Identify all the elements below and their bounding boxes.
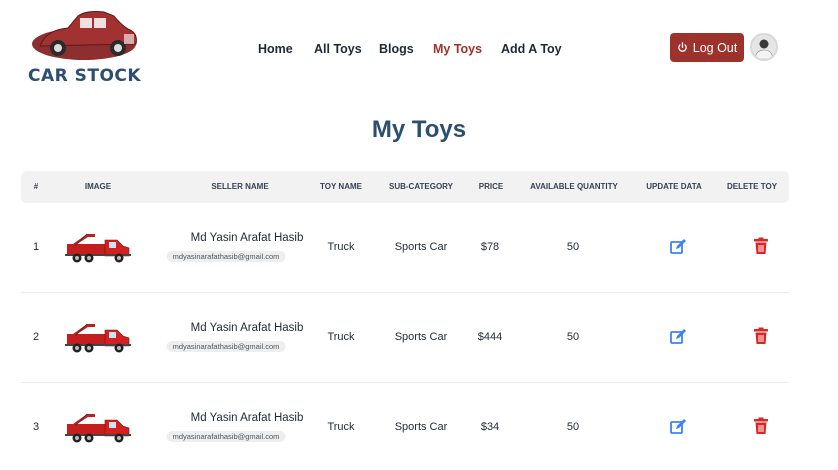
- seller-email: mdyasinarafathasib@gmail.com: [166, 341, 286, 352]
- trash-icon[interactable]: [752, 327, 770, 345]
- logout-button[interactable]: Log Out: [670, 33, 744, 62]
- tow-truck-image: [65, 323, 131, 353]
- toy-name: Truck: [327, 331, 355, 343]
- toy-name: Truck: [327, 241, 355, 253]
- trash-icon[interactable]: [752, 237, 770, 255]
- header: CAR STOCK Home All Toys Blogs My Toys Ad…: [0, 0, 838, 100]
- table-header: # Image Seller Name Toy Name Sub-Categor…: [21, 171, 789, 203]
- nav-my-toys[interactable]: My Toys: [433, 40, 482, 58]
- table-row: 2 Md Yasin Arafat Hasib mdyasinarafathas…: [21, 293, 789, 383]
- row-index: 2: [32, 331, 40, 343]
- avatar[interactable]: [750, 33, 778, 61]
- table-row: 1 Md Yasin Arafat Hasib mdyasinarafathas…: [21, 203, 789, 293]
- nav-blogs[interactable]: Blogs: [379, 40, 414, 58]
- logo-text: CAR STOCK: [28, 66, 142, 86]
- col-available-quantity: Available Quantity: [530, 182, 618, 191]
- col-update-data: Update Data: [646, 182, 702, 191]
- seller-name: Md Yasin Arafat Hasib: [190, 232, 304, 244]
- car-logo-icon: [32, 11, 137, 60]
- price: $34: [480, 421, 500, 433]
- col-index: #: [33, 182, 39, 191]
- edit-icon[interactable]: [669, 328, 687, 346]
- page-title: My Toys: [371, 116, 467, 143]
- row-index: 1: [32, 241, 40, 253]
- sub-category: Sports Car: [394, 331, 448, 343]
- tow-truck-image: [65, 413, 131, 443]
- col-toy-name: Toy Name: [320, 182, 362, 191]
- price: $444: [477, 331, 503, 343]
- toy-name: Truck: [327, 421, 355, 433]
- nav-all-toys[interactable]: All Toys: [314, 40, 362, 58]
- col-sub-category: Sub-Category: [389, 182, 453, 191]
- nav-add-a-toy[interactable]: Add A Toy: [501, 40, 562, 58]
- nav-home[interactable]: Home: [258, 40, 293, 58]
- edit-icon[interactable]: [669, 238, 687, 256]
- col-seller-name: Seller Name: [211, 182, 269, 191]
- edit-icon[interactable]: [669, 418, 687, 436]
- trash-icon[interactable]: [752, 417, 770, 435]
- available-quantity: 50: [566, 241, 580, 253]
- col-image: Image: [84, 182, 112, 191]
- available-quantity: 50: [566, 331, 580, 343]
- seller-email: mdyasinarafathasib@gmail.com: [166, 431, 286, 442]
- table-row: 3 Md Yasin Arafat Hasib mdyasinarafathas…: [21, 383, 789, 470]
- col-price: Price: [478, 182, 504, 191]
- sub-category: Sports Car: [394, 421, 448, 433]
- col-delete-toy: Delete Toy: [726, 182, 778, 191]
- logo[interactable]: CAR STOCK: [26, 8, 146, 88]
- seller-name: Md Yasin Arafat Hasib: [190, 412, 304, 424]
- available-quantity: 50: [566, 421, 580, 433]
- tow-truck-image: [65, 233, 131, 263]
- power-icon: [677, 42, 687, 52]
- price: $78: [480, 241, 500, 253]
- logout-label: Log Out: [692, 40, 738, 55]
- sub-category: Sports Car: [394, 241, 448, 253]
- row-index: 3: [32, 421, 40, 433]
- user-avatar-icon: [752, 35, 776, 59]
- seller-email: mdyasinarafathasib@gmail.com: [166, 251, 286, 262]
- seller-name: Md Yasin Arafat Hasib: [190, 322, 304, 334]
